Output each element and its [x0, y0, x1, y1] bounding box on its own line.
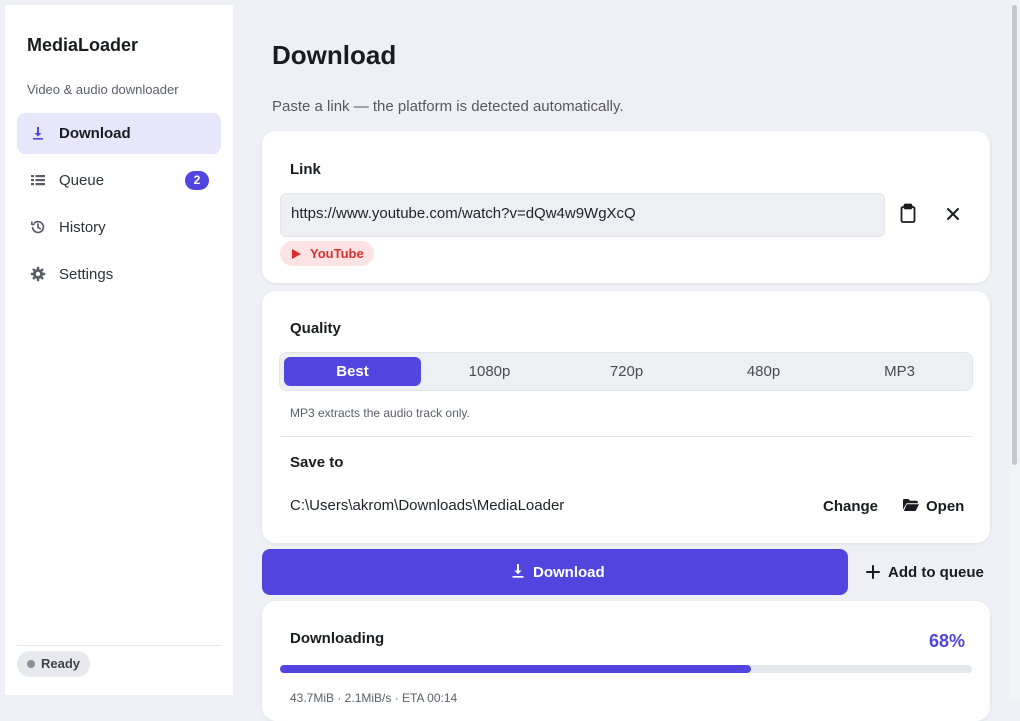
add-to-queue-label: Add to queue — [888, 564, 984, 581]
sidebar-item-label: Download — [59, 125, 131, 142]
gear-icon — [30, 266, 46, 282]
add-to-queue-button[interactable]: Add to queue — [850, 549, 990, 595]
close-icon — [939, 200, 967, 228]
quality-selector: Best 1080p 720p 480p MP3 — [279, 352, 973, 391]
page-subtitle: Paste a link — the platform is detected … — [272, 98, 624, 115]
sidebar: MediaLoader Video & audio downloader Dow… — [5, 5, 233, 695]
save-to-label: Save to — [290, 454, 344, 471]
folder-open-icon — [902, 497, 920, 513]
download-icon — [30, 125, 46, 141]
link-label: Link — [290, 161, 321, 178]
quality-hint: MP3 extracts the audio track only. — [290, 406, 470, 420]
scrollbar-thumb[interactable] — [1012, 5, 1017, 465]
quality-option-720p[interactable]: 720p — [558, 357, 695, 386]
plus-icon — [866, 565, 880, 579]
play-icon — [292, 249, 301, 259]
quality-option-mp3[interactable]: MP3 — [831, 357, 968, 386]
quality-option-best[interactable]: Best — [284, 357, 421, 386]
options-card: Quality Best 1080p 720p 480p MP3 MP3 ext… — [262, 291, 990, 543]
link-input[interactable]: https://www.youtube.com/watch?v=dQw4w9Wg… — [280, 193, 885, 237]
progress-percent: 68% — [929, 631, 966, 651]
progress-stats: 43.7MiB · 2.1MiB/s · ETA 00:14 — [290, 691, 458, 705]
queue-count-badge: 2 — [185, 171, 209, 190]
platform-badge: YouTube — [280, 241, 374, 266]
progress-label: Downloading — [290, 630, 385, 647]
app-tagline: Video & audio downloader — [27, 82, 179, 97]
app-name: MediaLoader — [27, 35, 139, 55]
clear-link-button[interactable] — [939, 200, 967, 228]
progress-card: Downloading 68% 43.7MiB · 2.1MiB/s · ETA… — [262, 601, 990, 721]
open-folder-label: Open — [926, 498, 965, 515]
progress-bar-fill — [280, 665, 751, 673]
quality-option-480p[interactable]: 480p — [695, 357, 832, 386]
quality-label: Quality — [290, 320, 341, 337]
sidebar-item-label: Queue — [59, 172, 105, 189]
progress-bar — [280, 665, 972, 673]
platform-label: YouTube — [310, 246, 364, 261]
sidebar-divider — [17, 645, 222, 646]
download-icon — [511, 563, 525, 579]
open-folder-button[interactable]: Open — [902, 498, 964, 515]
list-icon — [30, 172, 46, 188]
change-folder-button[interactable]: Change — [823, 498, 878, 515]
paste-button[interactable] — [894, 200, 922, 228]
sidebar-item-label: History — [59, 219, 106, 236]
status-label: Ready — [41, 656, 81, 671]
sidebar-item-queue[interactable]: Queue 2 — [17, 160, 221, 201]
download-button-label: Download — [533, 564, 605, 581]
sidebar-item-label: Settings — [59, 266, 114, 283]
page-title: Download — [272, 40, 397, 70]
status-badge: Ready — [17, 651, 91, 677]
sidebar-item-download[interactable]: Download — [17, 113, 221, 154]
clipboard-icon — [894, 200, 922, 228]
download-button[interactable]: Download — [262, 549, 848, 595]
history-icon — [30, 219, 46, 235]
sidebar-item-history[interactable]: History — [17, 207, 221, 248]
sidebar-item-settings[interactable]: Settings — [17, 254, 221, 295]
section-divider — [280, 436, 972, 437]
link-card: Link https://www.youtube.com/watch?v=dQw… — [262, 131, 990, 283]
status-dot — [27, 660, 35, 668]
quality-option-1080p[interactable]: 1080p — [421, 357, 558, 386]
save-path: C:\Users\akrom\Downloads\MediaLoader — [290, 497, 565, 514]
link-input-value: https://www.youtube.com/watch?v=dQw4w9Wg… — [291, 205, 636, 222]
